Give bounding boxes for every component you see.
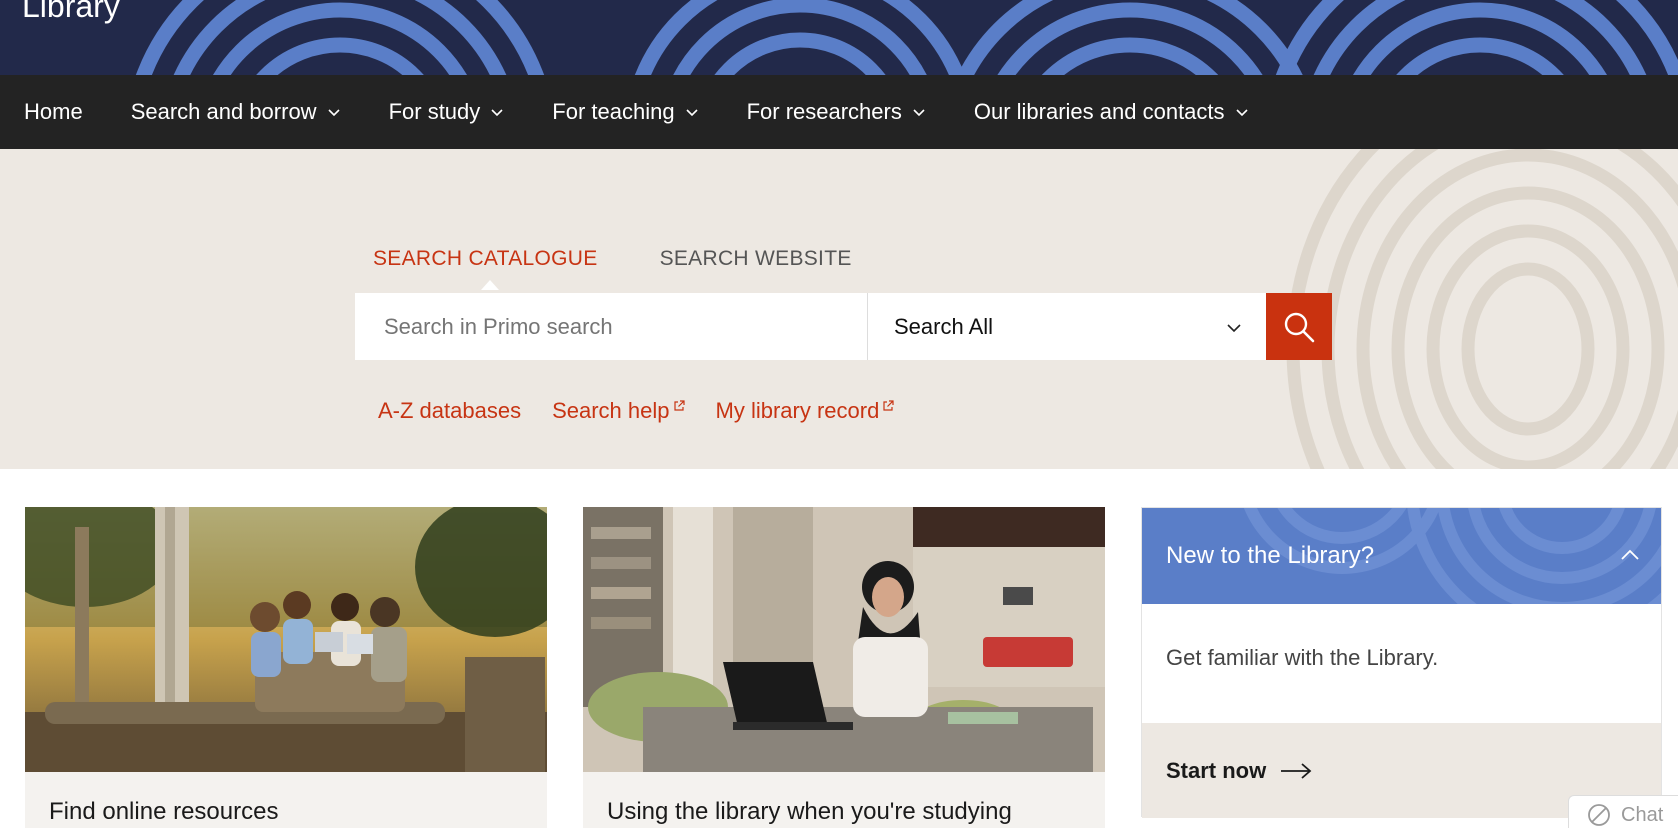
card-image-student-laptop — [583, 507, 1105, 772]
search-input[interactable] — [355, 293, 868, 360]
nav-item-label: For teaching — [552, 99, 675, 124]
search-hero: SEARCH CATALOGUE SEARCH WEBSITE Search A… — [0, 149, 1678, 469]
search-form: Search All — [355, 293, 1332, 360]
nav-item-our-libraries-and-contacts[interactable]: Our libraries and contacts — [974, 99, 1249, 125]
chevron-down-icon — [328, 109, 340, 117]
site-title-text: Library — [22, 0, 120, 24]
panel-title: New to the Library? — [1166, 542, 1375, 569]
new-to-library-panel: New to the Library? Get familiar with th… — [1141, 507, 1662, 818]
chevron-down-icon — [491, 109, 503, 117]
link-a-z-databases[interactable]: A-Z databases — [378, 398, 521, 424]
quick-links: A-Z databases Search help My library rec… — [378, 398, 925, 424]
arrow-right-icon — [1281, 762, 1312, 779]
quick-link-label: My library record — [715, 398, 880, 423]
site-title[interactable]: Library — [5, 0, 138, 40]
nav-item-home[interactable]: Home — [24, 99, 83, 125]
search-tabs: SEARCH CATALOGUE SEARCH WEBSITE — [373, 247, 914, 290]
external-link-icon — [883, 400, 894, 411]
panel-body: Get familiar with the Library. — [1142, 604, 1661, 723]
tab-search-website[interactable]: SEARCH WEBSITE — [660, 247, 852, 271]
chevron-down-icon — [1227, 323, 1241, 332]
external-link-icon — [673, 400, 685, 411]
nav-item-for-teaching[interactable]: For teaching — [552, 99, 698, 125]
panel-header[interactable]: New to the Library? — [1142, 508, 1661, 604]
nav-item-for-study[interactable]: For study — [389, 99, 505, 125]
link-my-library-record[interactable]: My library record — [716, 398, 895, 424]
tab-label: SEARCH CATALOGUE — [373, 247, 598, 270]
tab-label: SEARCH WEBSITE — [659, 247, 852, 270]
search-submit-button[interactable] — [1266, 293, 1332, 360]
chat-label: Chat — [1621, 803, 1664, 826]
quick-link-label: Search help — [552, 398, 670, 423]
card-image-outdoor-study — [25, 507, 547, 772]
chevron-up-icon[interactable] — [1621, 548, 1639, 562]
chevron-down-icon — [1235, 109, 1248, 117]
panel-body-text: Get familiar with the Library. — [1166, 645, 1439, 670]
card-find-online-resources[interactable]: Find online resources — [25, 507, 547, 828]
start-now-label: Start now — [1166, 757, 1267, 783]
active-tab-pointer — [481, 280, 499, 290]
card-title[interactable]: Using the library when you're studying — [607, 798, 1012, 826]
nav-item-for-researchers[interactable]: For researchers — [747, 99, 926, 125]
chat-widget-button[interactable]: Chat — [1568, 795, 1678, 828]
chevron-down-icon — [686, 109, 698, 117]
nav-item-search-and-borrow[interactable]: Search and borrow — [131, 99, 341, 125]
search-icon — [1284, 312, 1315, 342]
banner-pattern — [135, 0, 1678, 75]
nav-item-label: Our libraries and contacts — [973, 99, 1225, 124]
chevron-down-icon — [913, 109, 925, 117]
card-using-library-when-studying[interactable]: Using the library when you're studying — [583, 507, 1105, 828]
main-nav: Home Search and borrow For study For tea… — [0, 75, 1678, 149]
chat-disabled-icon — [1588, 804, 1610, 826]
nav-item-label: For study — [388, 99, 481, 124]
quick-link-label: A-Z databases — [378, 398, 522, 423]
nav-item-label: For researchers — [746, 99, 902, 124]
link-search-help[interactable]: Search help — [552, 398, 685, 424]
search-scope-select[interactable]: Search All — [868, 293, 1266, 360]
nav-item-label: Search and borrow — [130, 99, 317, 124]
nav-item-label: Home — [24, 99, 83, 124]
header-banner: Library — [0, 0, 1678, 75]
search-scope-value: Search All — [894, 313, 994, 339]
tab-search-catalogue[interactable]: SEARCH CATALOGUE — [373, 247, 598, 290]
card-title[interactable]: Find online resources — [49, 798, 278, 826]
